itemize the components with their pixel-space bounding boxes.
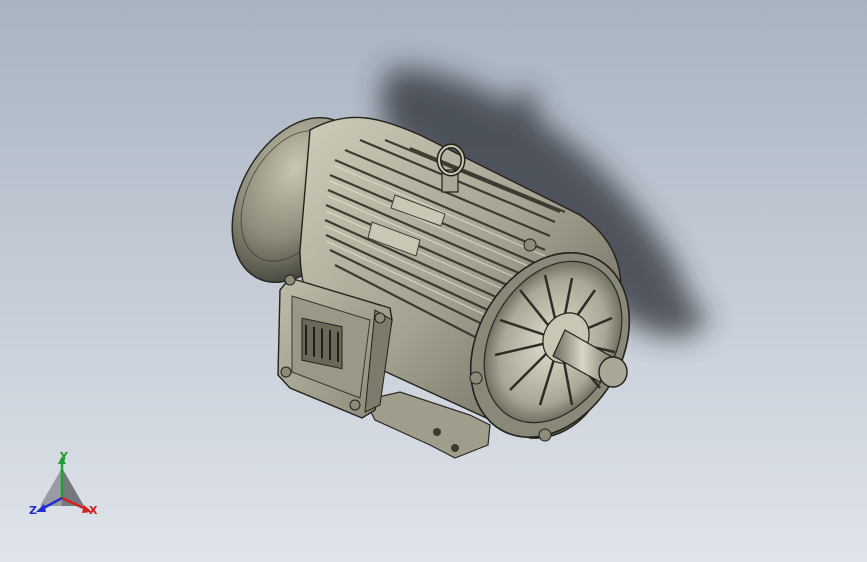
foot-bolt-hole [433,428,441,436]
x-axis-label: X [89,504,98,517]
foot-bolt-hole [451,444,459,452]
z-axis-label: Z [29,504,37,517]
model-canvas[interactable] [0,0,867,562]
orientation-triad[interactable]: Y X Z [26,446,106,526]
graphics-viewport[interactable]: Y X Z [0,0,867,562]
y-axis-label: Y [60,450,68,463]
